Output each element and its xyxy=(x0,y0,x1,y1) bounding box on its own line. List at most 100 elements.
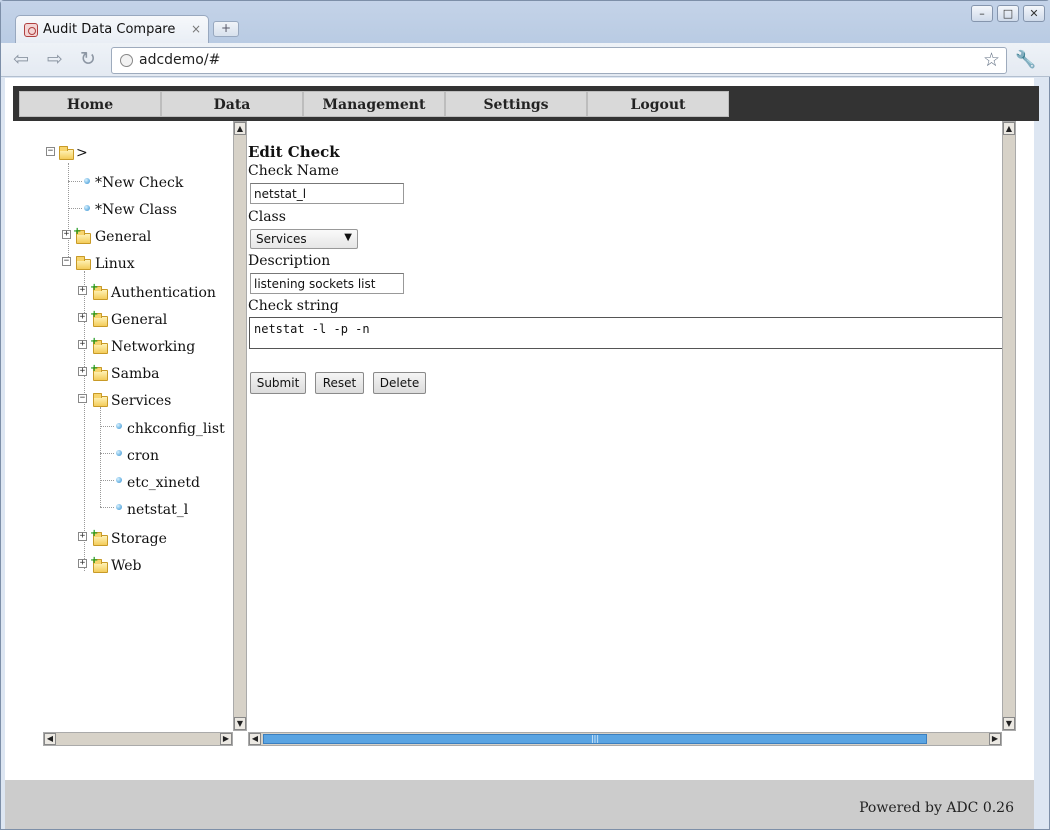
check-string-label: Check string xyxy=(248,298,339,314)
delete-button[interactable]: Delete xyxy=(373,372,426,394)
dropdown-arrow-icon: ▼ xyxy=(344,232,352,243)
form-vertical-scrollbar[interactable]: ▲ ▼ xyxy=(1002,121,1016,731)
tab-title: Audit Data Compare xyxy=(43,22,176,37)
tab-close-icon[interactable]: × xyxy=(191,22,201,36)
tree-line xyxy=(100,480,114,481)
reload-icon[interactable]: ↻ xyxy=(80,49,96,69)
scroll-right-arrow-icon[interactable]: ▶ xyxy=(989,733,1001,745)
scroll-up-arrow-icon[interactable]: ▲ xyxy=(1003,122,1015,135)
leaf-bullet-icon xyxy=(116,504,122,510)
leaf-bullet-icon xyxy=(84,178,90,184)
scroll-left-arrow-icon[interactable]: ◀ xyxy=(249,733,261,745)
description-input[interactable] xyxy=(250,273,404,294)
tree-line xyxy=(68,208,82,209)
check-name-input[interactable] xyxy=(250,183,404,204)
submit-button[interactable]: Submit xyxy=(250,372,306,394)
tree-horizontal-scrollbar[interactable]: ◀ ▶ xyxy=(43,732,233,746)
leaf-bullet-icon xyxy=(116,450,122,456)
horizontal-scroll-thumb[interactable]: ||| xyxy=(263,734,927,744)
tree-line xyxy=(100,407,101,507)
tree-item-cron[interactable]: cron xyxy=(127,448,159,464)
tree-item-samba[interactable]: Samba xyxy=(111,366,160,382)
tree-item-linux-general[interactable]: General xyxy=(111,312,167,328)
browser-window: Audit Data Compare × + – □ ✕ ⇦ ⇨ ↻ adcde… xyxy=(0,0,1050,830)
back-arrow-icon[interactable]: ⇦ xyxy=(13,49,29,69)
tree-item-general[interactable]: General xyxy=(95,229,151,245)
tab-strip: Audit Data Compare × + – □ ✕ xyxy=(1,1,1050,43)
folder-icon xyxy=(76,256,91,270)
add-badge-icon: + xyxy=(90,309,99,320)
address-bar[interactable]: adcdemo/# ☆ xyxy=(111,47,1007,74)
tree-item-networking[interactable]: Networking xyxy=(111,339,195,355)
expand-icon[interactable]: + xyxy=(78,559,87,568)
maximize-button[interactable]: □ xyxy=(997,5,1019,22)
leaf-bullet-icon xyxy=(116,423,122,429)
new-tab-button[interactable]: + xyxy=(213,21,239,37)
tree-line xyxy=(68,181,82,182)
tree-line xyxy=(100,426,114,427)
add-badge-icon: + xyxy=(90,528,99,539)
class-select-value: Services xyxy=(256,232,307,246)
expand-icon[interactable]: + xyxy=(78,313,87,322)
tree-line xyxy=(100,507,114,508)
tree-item-new-class[interactable]: *New Class xyxy=(95,202,177,218)
reset-button[interactable]: Reset xyxy=(315,372,364,394)
collapse-icon[interactable]: − xyxy=(78,394,87,403)
url-text[interactable]: adcdemo/# xyxy=(139,52,220,68)
forward-arrow-icon[interactable]: ⇨ xyxy=(47,49,63,69)
tree-item-etc-xinetd[interactable]: etc_xinetd xyxy=(127,475,200,491)
scroll-left-arrow-icon[interactable]: ◀ xyxy=(44,733,56,745)
scroll-down-arrow-icon[interactable]: ▼ xyxy=(234,717,246,730)
form-title: Edit Check xyxy=(248,143,340,161)
leaf-bullet-icon xyxy=(116,477,122,483)
expand-icon[interactable]: + xyxy=(78,367,87,376)
page-footer: Powered by ADC 0.26 xyxy=(5,780,1034,829)
add-badge-icon: + xyxy=(90,336,99,347)
star-icon[interactable]: ☆ xyxy=(983,49,1000,71)
tree-item-services[interactable]: Services xyxy=(111,393,171,409)
menu-data[interactable]: Data xyxy=(161,91,303,117)
menu-home[interactable]: Home xyxy=(19,91,161,117)
leaf-bullet-icon xyxy=(84,205,90,211)
minimize-button[interactable]: – xyxy=(971,5,993,22)
wrench-icon[interactable]: 🔧 xyxy=(1015,50,1036,70)
tree-item-new-check[interactable]: *New Check xyxy=(95,175,183,191)
class-select[interactable]: Services ▼ xyxy=(250,229,358,249)
form-horizontal-scrollbar[interactable]: ◀ ||| ▶ xyxy=(248,732,1002,746)
browser-tab[interactable]: Audit Data Compare × xyxy=(15,15,209,43)
favicon-icon xyxy=(24,23,38,37)
tree-line xyxy=(68,163,69,263)
tree-root[interactable]: > xyxy=(76,145,88,161)
menu-management[interactable]: Management xyxy=(303,91,445,117)
page-viewport: Home Data Management Settings Logout − >… xyxy=(5,78,1039,829)
close-window-button[interactable]: ✕ xyxy=(1023,5,1045,22)
edit-check-form: Edit Check Check Name Class Services ▼ D… xyxy=(248,121,1002,731)
tree-line xyxy=(100,453,114,454)
check-name-label: Check Name xyxy=(248,163,339,179)
add-badge-icon: + xyxy=(90,363,99,374)
scroll-down-arrow-icon[interactable]: ▼ xyxy=(1003,717,1015,730)
expand-icon[interactable]: + xyxy=(78,532,87,541)
tree-item-linux[interactable]: Linux xyxy=(95,256,135,272)
browser-toolbar: ⇦ ⇨ ↻ adcdemo/# ☆ 🔧 xyxy=(1,43,1050,77)
tree-vertical-scrollbar[interactable]: ▲ ▼ xyxy=(233,121,247,731)
tree-item-storage[interactable]: Storage xyxy=(111,531,167,547)
check-string-textarea[interactable]: netstat -l -p -n xyxy=(249,317,1002,349)
tree-item-authentication[interactable]: Authentication xyxy=(111,285,216,301)
collapse-icon[interactable]: − xyxy=(62,257,71,266)
scroll-right-arrow-icon[interactable]: ▶ xyxy=(220,733,232,745)
tree-item-web[interactable]: Web xyxy=(111,558,142,574)
folder-icon xyxy=(93,393,108,407)
expand-icon[interactable]: + xyxy=(62,230,71,239)
tree-item-chkconfig-list[interactable]: chkconfig_list xyxy=(127,421,225,437)
expand-icon[interactable]: + xyxy=(78,286,87,295)
add-badge-icon: + xyxy=(90,282,99,293)
expand-icon[interactable]: + xyxy=(78,340,87,349)
scroll-up-arrow-icon[interactable]: ▲ xyxy=(234,122,246,135)
add-badge-icon: + xyxy=(90,555,99,566)
menu-settings[interactable]: Settings xyxy=(445,91,587,117)
collapse-icon[interactable]: − xyxy=(46,147,55,156)
class-label: Class xyxy=(248,209,286,225)
tree-item-netstat-l[interactable]: netstat_l xyxy=(127,502,188,518)
menu-logout[interactable]: Logout xyxy=(587,91,729,117)
